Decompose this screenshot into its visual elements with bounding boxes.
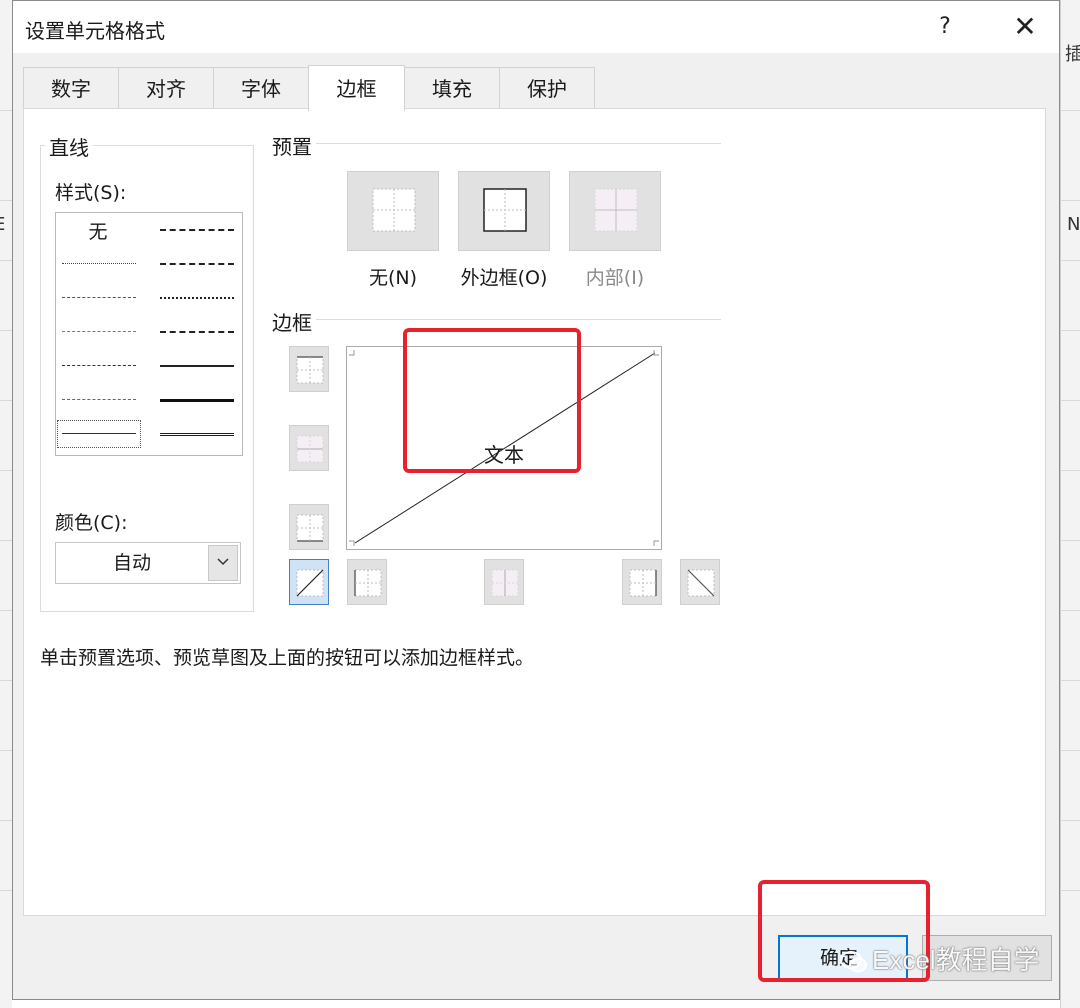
background-column-header: N: [1067, 214, 1080, 235]
color-label: 颜色(C):: [55, 512, 128, 534]
line-style-medium[interactable]: [156, 353, 238, 379]
title-bar: 设置单元格格式 ? ✕: [13, 1, 1059, 53]
line-group-label: 直线: [45, 132, 93, 161]
tab-alignment[interactable]: 对齐: [118, 67, 214, 109]
line-style-thin[interactable]: [57, 420, 141, 448]
border-section-label: 边框: [272, 311, 312, 335]
line-style-medium-dash-dot[interactable]: [156, 285, 238, 311]
tab-font[interactable]: 字体: [213, 67, 309, 109]
preset-inside-icon: [594, 188, 638, 232]
tab-fill[interactable]: 填充: [404, 67, 500, 109]
format-cells-dialog: 设置单元格格式 ? ✕ 数字 对齐 字体 边框 填充 保护 直线 样式(S): …: [12, 0, 1060, 1000]
preset-outline-label: 外边框(O): [460, 267, 548, 289]
line-style-thick[interactable]: [156, 387, 238, 413]
border-top-icon: [296, 356, 324, 384]
border-inside-vertical-button[interactable]: [484, 559, 524, 605]
line-style-hair[interactable]: [58, 251, 140, 277]
close-button[interactable]: ✕: [999, 5, 1051, 49]
border-inside-vertical-icon: [491, 569, 519, 597]
line-style-list: 无: [55, 212, 243, 456]
border-inside-horizontal-button[interactable]: [289, 425, 329, 471]
line-style-medium-dashed[interactable]: [156, 319, 238, 345]
preset-inside-label: 内部(I): [585, 267, 645, 289]
line-color-select[interactable]: 自动: [55, 542, 241, 584]
border-bottom-icon: [296, 514, 324, 542]
diagonal-down-border-button[interactable]: [680, 559, 720, 605]
presets-section-label: 预置: [272, 135, 312, 159]
preset-none-button[interactable]: [347, 171, 439, 251]
preset-none-label: 无(N): [368, 267, 418, 289]
background-cell-text: E: [0, 214, 5, 235]
tab-border[interactable]: 边框: [308, 65, 405, 111]
line-style-double[interactable]: [156, 421, 238, 447]
border-left-button[interactable]: [347, 559, 387, 605]
annotation-highlight-preview: [403, 328, 581, 473]
watermark-text: Excel教程自学: [872, 945, 1040, 975]
diagonal-down-icon: [687, 569, 715, 597]
background-sheet-left: E: [0, 0, 12, 1008]
border-right-icon: [629, 569, 657, 597]
help-button[interactable]: ?: [927, 9, 963, 45]
background-sheet-right: 插 N: [1060, 0, 1080, 1008]
line-style-dotted[interactable]: [58, 285, 140, 311]
wechat-logo-icon: [840, 951, 867, 973]
tab-protection[interactable]: 保护: [499, 67, 595, 109]
border-tab-panel: 直线 样式(S): 无 颜色(C): 自动 预置 无(N) 外边框(O) 内部(…: [23, 108, 1046, 916]
preset-outline-button[interactable]: [458, 171, 550, 251]
preset-outline-icon: [483, 188, 527, 232]
instruction-text: 单击预置选项、预览草图及上面的按钮可以添加边框样式。: [40, 647, 535, 669]
preset-inside-button[interactable]: [569, 171, 661, 251]
dialog-title: 设置单元格格式: [25, 19, 165, 43]
line-color-value: 自动: [112, 552, 151, 574]
preset-none-icon: [372, 188, 416, 232]
line-style-slant-dash-dot[interactable]: [156, 251, 238, 277]
line-style-dash-dot-dot[interactable]: [58, 319, 140, 345]
line-style-none[interactable]: 无: [58, 217, 138, 243]
chevron-down-icon[interactable]: [208, 545, 238, 581]
border-inside-horizontal-icon: [296, 435, 324, 463]
diagonal-up-icon: [296, 569, 324, 597]
line-style-dashed[interactable]: [58, 387, 140, 413]
line-style-dash-dot[interactable]: [58, 353, 140, 379]
presets-divider: [316, 143, 721, 144]
tab-number[interactable]: 数字: [23, 67, 119, 109]
diagonal-up-border-button[interactable]: [289, 559, 329, 605]
border-bottom-button[interactable]: [289, 504, 329, 550]
line-group: 直线 样式(S): 无 颜色(C): 自动: [40, 132, 254, 612]
border-left-icon: [354, 569, 382, 597]
background-ribbon-text: 插: [1065, 44, 1080, 65]
border-right-button[interactable]: [622, 559, 662, 605]
border-divider: [316, 319, 721, 320]
watermark: Excel教程自学: [840, 940, 1040, 977]
line-style-medium-dash-dot-dot[interactable]: [156, 217, 238, 243]
border-top-button[interactable]: [289, 346, 329, 392]
style-label: 样式(S):: [55, 182, 127, 204]
